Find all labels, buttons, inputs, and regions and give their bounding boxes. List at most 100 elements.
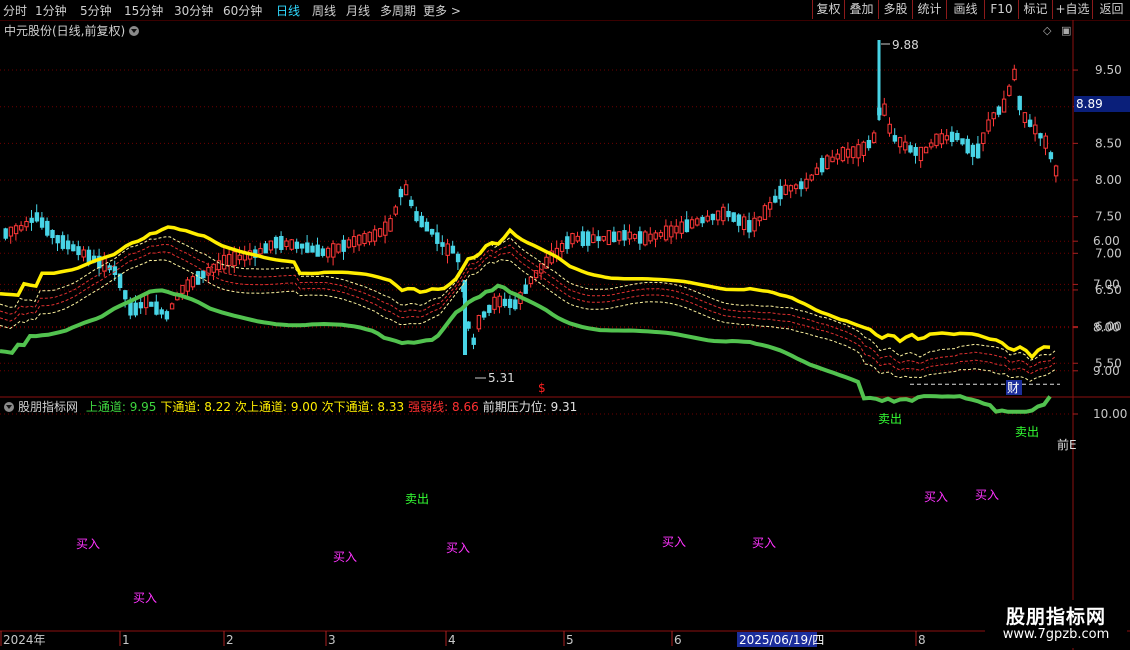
time-axis-label: 6 bbox=[674, 633, 682, 647]
candle-body bbox=[840, 147, 846, 162]
candle-body bbox=[981, 132, 986, 145]
candle-body bbox=[320, 248, 326, 256]
indicator-value-2: 次上通道: 9.00 bbox=[235, 400, 318, 414]
candle-body bbox=[466, 321, 471, 329]
candle-body bbox=[731, 212, 736, 222]
candle-body bbox=[778, 185, 783, 200]
candle-body bbox=[383, 221, 388, 236]
candle-body bbox=[419, 215, 424, 228]
candle-body bbox=[403, 184, 409, 196]
candle-body bbox=[149, 301, 154, 307]
sell-signal: 卖出 bbox=[1015, 425, 1039, 439]
indicator-axis-label: 8.00 bbox=[1093, 321, 1120, 335]
time-axis-label: 2 bbox=[226, 633, 234, 647]
candle-body bbox=[570, 233, 575, 245]
candle-body bbox=[409, 199, 414, 207]
candle-body bbox=[565, 236, 570, 250]
candle-body bbox=[1033, 124, 1038, 135]
indicator-value-0: 上通道: 9.95 bbox=[85, 400, 157, 414]
candle-body bbox=[669, 225, 674, 238]
indicator-name[interactable]: 股朋指标网 bbox=[18, 400, 78, 414]
candle-body bbox=[965, 138, 970, 154]
candle-body bbox=[60, 235, 66, 249]
candle-body bbox=[227, 254, 232, 266]
candle-body bbox=[377, 228, 383, 237]
candle-body bbox=[232, 251, 237, 267]
candle-body bbox=[481, 311, 487, 318]
candle-body bbox=[263, 243, 268, 254]
candle-body bbox=[788, 185, 794, 192]
candle-body bbox=[715, 210, 721, 221]
candle-body bbox=[986, 119, 991, 132]
candle-body bbox=[882, 103, 887, 116]
candle-body bbox=[632, 234, 638, 239]
candle-body bbox=[455, 253, 461, 263]
candle-body bbox=[559, 242, 565, 252]
candle-body bbox=[294, 241, 300, 249]
candle-body bbox=[799, 181, 804, 190]
candles bbox=[3, 64, 1059, 350]
candle-body bbox=[1053, 165, 1059, 177]
candle-body bbox=[1038, 133, 1043, 139]
candle-body bbox=[424, 221, 430, 232]
candle-body bbox=[336, 243, 341, 253]
candle-body bbox=[195, 271, 201, 285]
candle-body bbox=[81, 249, 86, 258]
candle-body bbox=[643, 231, 648, 246]
candle-body bbox=[736, 214, 742, 226]
indicator-value-3: 次下通道: 8.33 bbox=[321, 400, 405, 414]
candle-body bbox=[190, 276, 196, 288]
candle-body bbox=[757, 216, 762, 222]
candle-body bbox=[393, 206, 398, 215]
candle-body bbox=[34, 212, 40, 222]
candle-body bbox=[949, 131, 955, 142]
candle-body bbox=[819, 157, 825, 173]
candle-body bbox=[762, 205, 768, 220]
candle-body bbox=[710, 213, 716, 221]
main-axis-label: 9.50 bbox=[1095, 63, 1122, 77]
kline-chart[interactable]: 9.509.008.508.007.507.006.506.005.508.89… bbox=[0, 0, 1130, 650]
candle-body bbox=[835, 153, 840, 160]
current-price-text: 8.89 bbox=[1076, 97, 1103, 111]
buy-signal: 买入 bbox=[662, 535, 686, 549]
indicator-header: 股朋指标网 上通道: 9.95 下通道: 8.22 次上通道: 9.00 次下通道: … bbox=[4, 398, 581, 415]
candle-body bbox=[663, 225, 669, 241]
time-axis-label: 3 bbox=[328, 633, 336, 647]
candle-body bbox=[684, 219, 690, 233]
candle-body bbox=[622, 230, 627, 241]
pressure-label: 前E bbox=[1057, 437, 1077, 452]
indicator-axis-label: 6.00 bbox=[1093, 234, 1120, 248]
buy-signal: 买入 bbox=[975, 488, 999, 502]
indicator-value-1: 下通道: 8.22 bbox=[160, 400, 231, 414]
candle-body bbox=[362, 233, 367, 245]
s-marker: $ bbox=[538, 381, 546, 395]
candle-body bbox=[700, 216, 705, 224]
indicator-settings-icon[interactable] bbox=[4, 402, 14, 412]
main-axis-label: 7.50 bbox=[1095, 210, 1122, 224]
candle-body bbox=[143, 294, 149, 309]
candle-body bbox=[887, 123, 892, 134]
candle-body bbox=[279, 235, 284, 250]
candle-body bbox=[1048, 152, 1054, 160]
candle-body bbox=[164, 311, 170, 320]
candle-body bbox=[440, 242, 445, 247]
candle-body bbox=[596, 236, 601, 242]
candle-body bbox=[29, 217, 34, 223]
candle-body bbox=[268, 240, 274, 251]
candle-body bbox=[804, 178, 809, 189]
candle-body bbox=[357, 234, 362, 246]
candle-body bbox=[991, 112, 996, 120]
candle-body bbox=[65, 240, 71, 250]
candle-body bbox=[8, 226, 14, 237]
candle-body bbox=[934, 133, 939, 147]
candle-body bbox=[1007, 85, 1012, 96]
candle-body bbox=[705, 215, 710, 222]
candle-body bbox=[341, 239, 346, 252]
candle-body bbox=[929, 142, 934, 148]
candle-body bbox=[3, 228, 8, 239]
candle-body bbox=[1027, 119, 1033, 127]
candle-body bbox=[741, 216, 747, 230]
candle-body bbox=[767, 202, 773, 210]
candle-body bbox=[617, 231, 622, 241]
buy-signal: 买入 bbox=[752, 536, 776, 550]
